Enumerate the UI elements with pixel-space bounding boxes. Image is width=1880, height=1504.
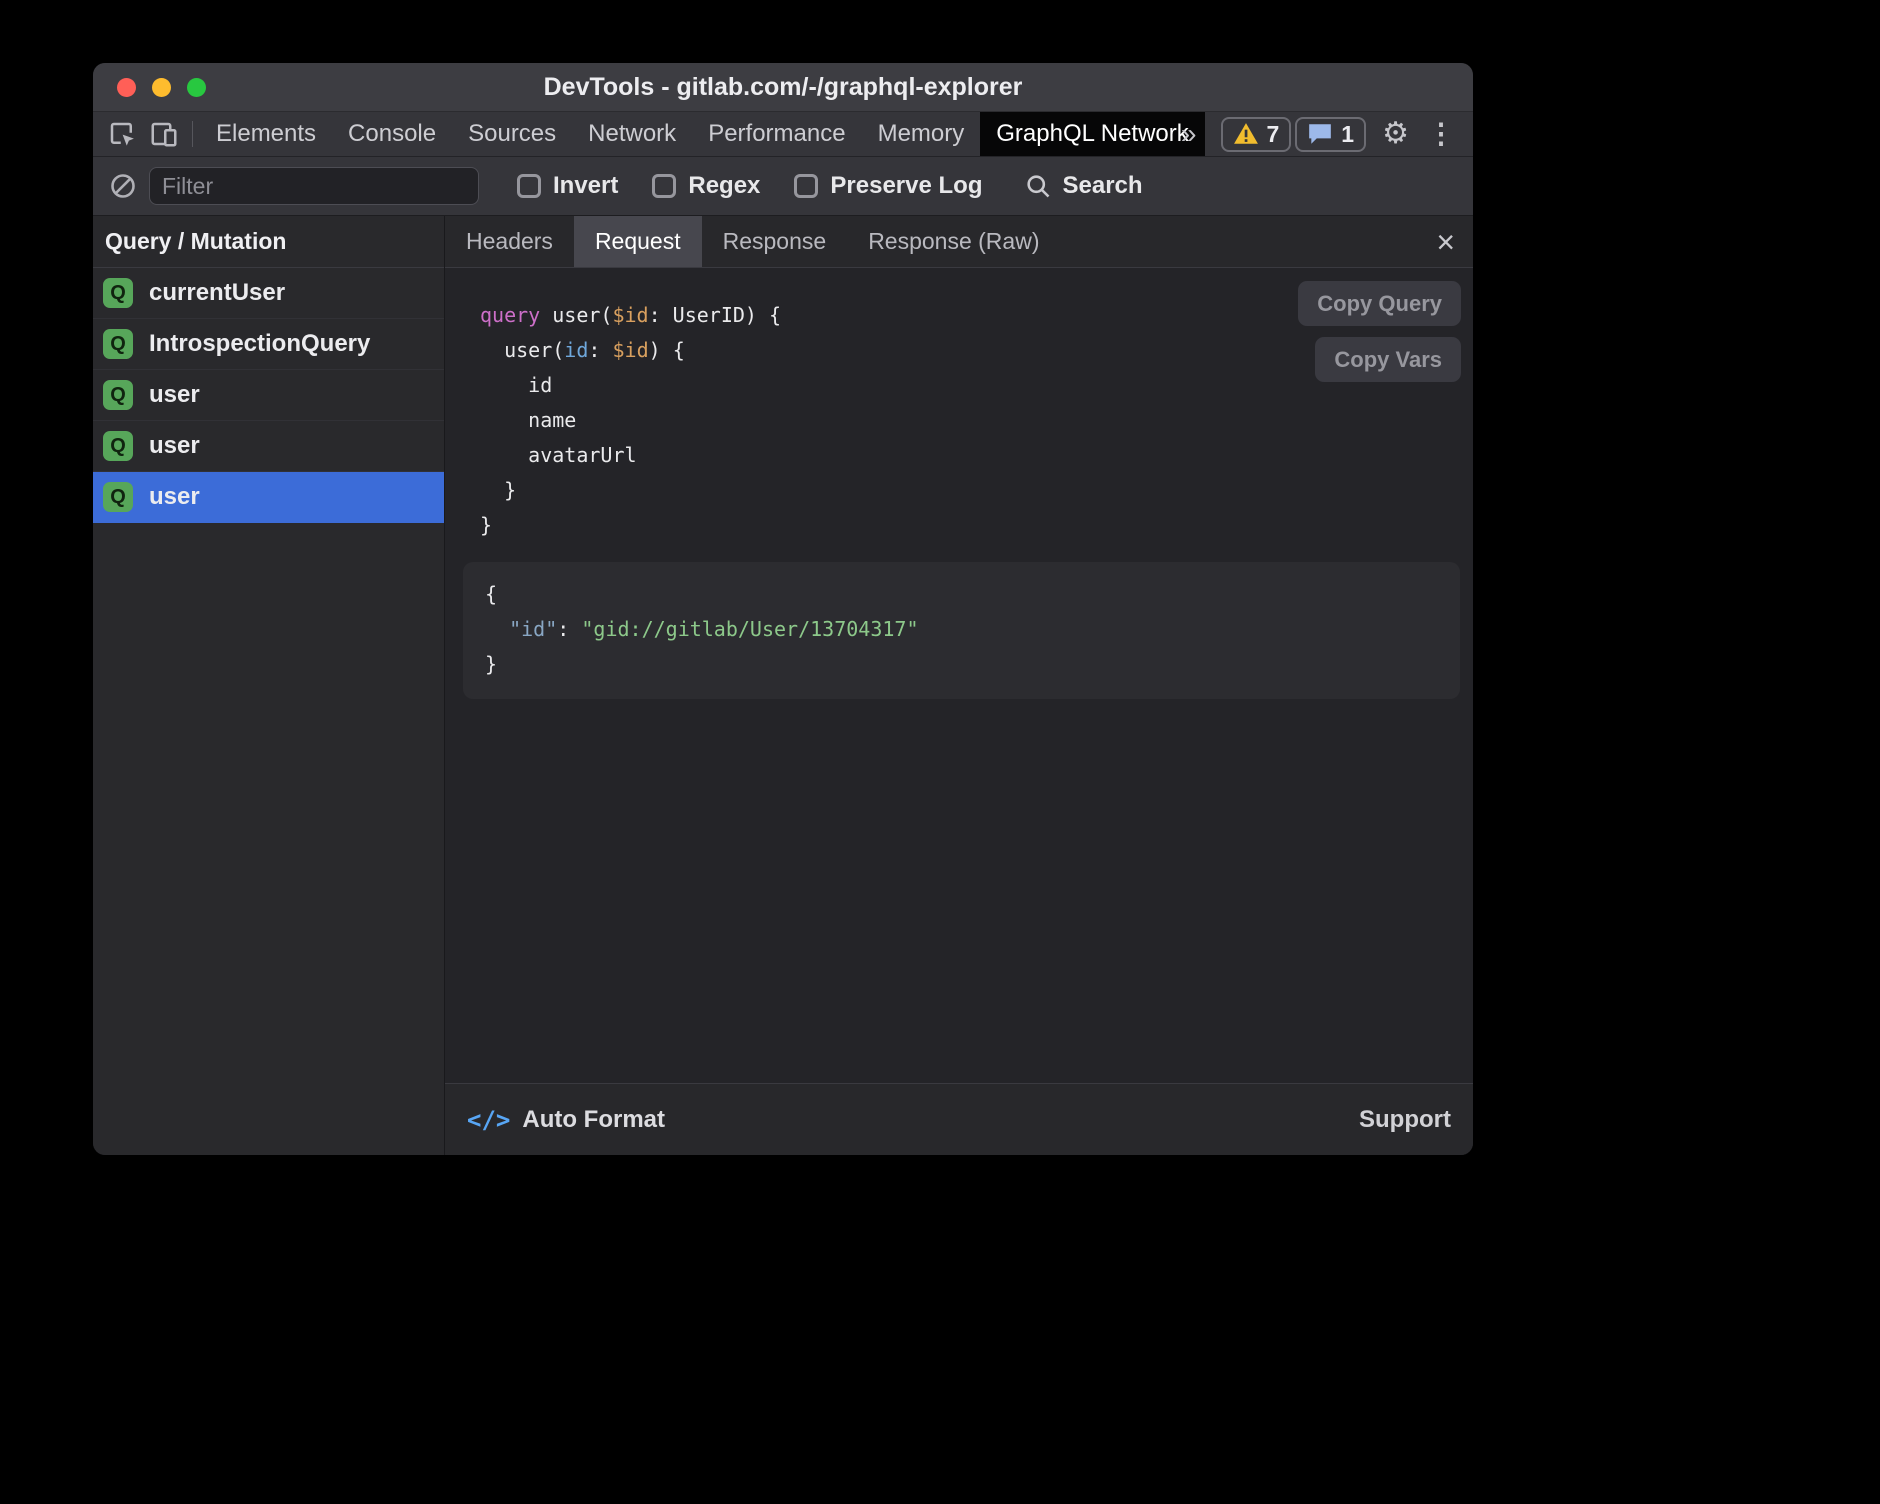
code-line: id [480, 368, 781, 403]
inspect-cursor-icon [107, 119, 137, 149]
checkbox-box[interactable] [652, 174, 676, 198]
request-name: IntrospectionQuery [149, 330, 370, 358]
window-titlebar: DevTools - gitlab.com/-/graphql-explorer [93, 63, 1473, 111]
tab-elements[interactable]: Elements [200, 112, 332, 156]
code-line: name [480, 403, 781, 438]
filter-checkboxes: Invert Regex Preserve Log [517, 172, 982, 200]
more-tabs-button[interactable]: » [1171, 118, 1207, 150]
query-type-badge: Q [103, 380, 133, 410]
detail-tabs-row: HeadersRequestResponseResponse (Raw) × [445, 216, 1473, 268]
code-line: avatarUrl [480, 438, 781, 473]
device-toolbar-button[interactable] [143, 112, 185, 156]
toolbar-separator [192, 121, 193, 147]
support-link[interactable]: Support [1359, 1106, 1451, 1134]
filter-input[interactable] [149, 167, 479, 205]
more-options-icon[interactable]: ⋮ [1421, 120, 1461, 148]
request-item-user[interactable]: Quser [93, 370, 444, 421]
issue-count: 1 [1341, 121, 1354, 148]
request-name: user [149, 381, 200, 409]
request-item-currentuser[interactable]: QcurrentUser [93, 268, 444, 319]
checkbox-preserve-log[interactable]: Preserve Log [794, 172, 982, 200]
inspect-element-button[interactable] [101, 112, 143, 156]
copy-vars-button[interactable]: Copy Vars [1315, 337, 1461, 382]
checkbox-invert[interactable]: Invert [517, 172, 618, 200]
content-area: Query / Mutation QcurrentUserQIntrospect… [93, 216, 1473, 1155]
code-format-icon: </> [467, 1106, 510, 1134]
window-title: DevTools - gitlab.com/-/graphql-explorer [544, 73, 1023, 102]
warning-icon [1233, 122, 1259, 146]
tab-memory[interactable]: Memory [862, 112, 981, 156]
devtools-window: DevTools - gitlab.com/-/graphql-explorer… [93, 63, 1473, 1155]
checkbox-regex[interactable]: Regex [652, 172, 760, 200]
request-name: user [149, 483, 200, 511]
issues-badge[interactable]: 1 [1295, 117, 1366, 152]
detail-footer: </> Auto Format Support [445, 1083, 1473, 1155]
detail-tab-request[interactable]: Request [574, 216, 702, 267]
filter-bar: Invert Regex Preserve Log Search [93, 156, 1473, 216]
device-toolbar-icon [149, 119, 179, 149]
detail-tab-response-raw[interactable]: Response (Raw) [847, 216, 1060, 267]
sidebar-header: Query / Mutation [93, 216, 444, 268]
code-line: "id": "gid://gitlab/User/13704317" [485, 612, 1438, 647]
code-line: } [485, 647, 1438, 682]
tab-console[interactable]: Console [332, 112, 452, 156]
status-badges: 7 1 [1221, 117, 1367, 152]
query-type-badge: Q [103, 329, 133, 359]
close-panel-icon[interactable]: × [1436, 226, 1455, 258]
request-name: user [149, 432, 200, 460]
code-line: } [480, 508, 781, 543]
code-line: user(id: $id) { [480, 333, 781, 368]
requests-sidebar: Query / Mutation QcurrentUserQIntrospect… [93, 216, 445, 1155]
code-line: { [485, 577, 1438, 612]
window-controls [117, 63, 206, 111]
checkbox-label: Invert [553, 172, 618, 200]
sidebar-title: Query / Mutation [105, 228, 286, 255]
query-code: query user($id: UserID) { user(id: $id) … [480, 298, 781, 543]
request-name: currentUser [149, 279, 285, 307]
search-icon [1024, 172, 1052, 200]
checkbox-label: Preserve Log [830, 172, 982, 200]
code-line: query user($id: UserID) { [480, 298, 781, 333]
query-type-badge: Q [103, 431, 133, 461]
chat-bubble-icon [1307, 122, 1333, 146]
search-button[interactable]: Search [1024, 172, 1142, 200]
code-line: } [480, 473, 781, 508]
detail-tab-headers[interactable]: Headers [445, 216, 574, 267]
request-item-introspectionquery[interactable]: Q IntrospectionQuery [93, 319, 444, 370]
query-type-badge: Q [103, 278, 133, 308]
warnings-badge[interactable]: 7 [1221, 117, 1292, 152]
auto-format-button[interactable]: </> Auto Format [467, 1106, 665, 1134]
copy-query-button[interactable]: Copy Query [1298, 281, 1461, 326]
block-icon [109, 172, 137, 200]
tab-sources[interactable]: Sources [452, 112, 572, 156]
toolbar-right-controls: » 7 1 ⚙ ⋮ [1171, 117, 1473, 152]
query-type-badge: Q [103, 482, 133, 512]
request-item-user[interactable]: Quser [93, 472, 444, 523]
auto-format-label: Auto Format [522, 1106, 665, 1134]
minimize-window-button[interactable] [152, 78, 171, 97]
request-item-user[interactable]: Quser [93, 421, 444, 472]
tab-performance[interactable]: Performance [692, 112, 861, 156]
detail-tabs: HeadersRequestResponseResponse (Raw) [445, 216, 1060, 267]
checkbox-box[interactable] [517, 174, 541, 198]
devtools-toolbar: ElementsConsoleSourcesNetworkPerformance… [93, 111, 1473, 156]
checkbox-box[interactable] [794, 174, 818, 198]
warning-count: 7 [1267, 121, 1280, 148]
clear-requests-button[interactable] [109, 172, 137, 200]
close-window-button[interactable] [117, 78, 136, 97]
checkbox-label: Regex [688, 172, 760, 200]
variables-box: { "id": "gid://gitlab/User/13704317"} [463, 562, 1460, 699]
variables-code: { "id": "gid://gitlab/User/13704317"} [485, 577, 1438, 682]
settings-gear-icon[interactable]: ⚙ [1382, 119, 1409, 149]
zoom-window-button[interactable] [187, 78, 206, 97]
devtools-tabs: ElementsConsoleSourcesNetworkPerformance… [200, 112, 1171, 156]
tab-network[interactable]: Network [572, 112, 692, 156]
request-list: QcurrentUserQIntrospectionQueryQuserQuse… [93, 268, 444, 1155]
detail-panel: HeadersRequestResponseResponse (Raw) × q… [445, 216, 1473, 1155]
detail-tab-response[interactable]: Response [702, 216, 848, 267]
search-label: Search [1062, 172, 1142, 200]
request-detail-body: query user($id: UserID) { user(id: $id) … [445, 268, 1473, 1083]
